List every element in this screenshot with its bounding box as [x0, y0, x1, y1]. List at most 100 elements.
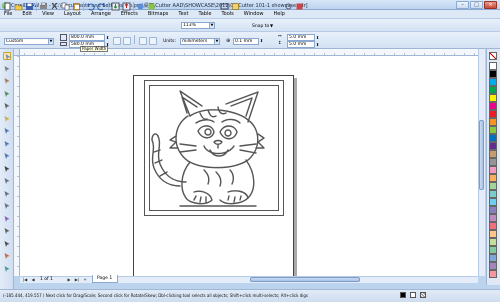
- color-swatch[interactable]: [489, 158, 497, 166]
- color-swatch[interactable]: [489, 70, 497, 78]
- outline-width-indicator[interactable]: [420, 292, 426, 298]
- zoom-tool-icon[interactable]: [3, 90, 11, 98]
- new-icon[interactable]: [3, 2, 12, 11]
- previous-page-button[interactable]: ◀: [30, 277, 36, 282]
- color-swatch[interactable]: [489, 190, 497, 198]
- color-swatch[interactable]: [489, 78, 497, 86]
- color-swatch[interactable]: [489, 238, 497, 246]
- color-swatch[interactable]: [489, 142, 497, 150]
- add-page-button[interactable]: +: [82, 277, 88, 282]
- menu-help[interactable]: Help: [273, 11, 284, 17]
- redo-icon[interactable]: [97, 2, 106, 11]
- last-page-button[interactable]: ▶|: [74, 277, 80, 282]
- color-swatch[interactable]: [489, 102, 497, 110]
- menu-arrange[interactable]: Arrange: [91, 11, 111, 17]
- menu-table[interactable]: Table: [199, 11, 212, 17]
- page-tab[interactable]: Page 1: [92, 275, 118, 283]
- next-page-button[interactable]: ▶: [66, 277, 72, 282]
- horizontal-scroll-thumb[interactable]: [250, 277, 360, 282]
- color-swatch[interactable]: [489, 222, 497, 230]
- close-button[interactable]: ×: [484, 1, 497, 9]
- nudge-offset-field[interactable]: 0.1 mm: [233, 38, 259, 45]
- menu-effects[interactable]: Effects: [121, 11, 138, 17]
- color-swatch[interactable]: [489, 198, 497, 206]
- color-swatch[interactable]: [489, 134, 497, 142]
- blend-tool-icon[interactable]: [3, 215, 11, 223]
- spin-arrows-icon[interactable]: ⬍: [106, 35, 109, 40]
- color-swatch[interactable]: [489, 206, 497, 214]
- paste-icon[interactable]: [72, 2, 81, 11]
- first-page-button[interactable]: |◀: [22, 277, 28, 282]
- landscape-icon[interactable]: [123, 37, 131, 45]
- corel-connect-icon[interactable]: [295, 2, 304, 11]
- rectangle-tool-icon[interactable]: [3, 127, 11, 135]
- text-tool-icon[interactable]: [3, 165, 11, 173]
- current-page-icon[interactable]: [149, 37, 157, 45]
- color-swatch[interactable]: [489, 254, 497, 262]
- color-swatch[interactable]: [489, 150, 497, 158]
- portrait-icon[interactable]: [113, 37, 121, 45]
- color-swatch[interactable]: [489, 126, 497, 134]
- menu-edit[interactable]: Edit: [22, 11, 32, 17]
- fill-color-indicator[interactable]: [400, 292, 406, 298]
- color-swatch[interactable]: [489, 94, 497, 102]
- color-swatch[interactable]: [489, 182, 497, 190]
- crop-tool-icon[interactable]: [3, 77, 11, 85]
- menu-bitmaps[interactable]: Bitmaps: [148, 11, 169, 17]
- no-color-swatch[interactable]: [489, 52, 497, 60]
- color-swatch[interactable]: [489, 230, 497, 238]
- ellipse-tool-icon[interactable]: [3, 140, 11, 148]
- connector-tool-icon[interactable]: [3, 202, 11, 210]
- welcome-icon[interactable]: [147, 2, 156, 11]
- color-swatch[interactable]: [489, 214, 497, 222]
- shape-tool-icon[interactable]: [3, 65, 11, 73]
- ruler-origin[interactable]: [14, 49, 20, 56]
- view-mode-icon[interactable]: [231, 2, 240, 11]
- spin-arrows-icon[interactable]: ⬍: [260, 38, 263, 43]
- copy-icon[interactable]: [61, 2, 70, 11]
- table-tool-icon[interactable]: [3, 177, 11, 185]
- units-dropdown[interactable]: millimeters ▼: [180, 38, 220, 45]
- zoom-level-dropdown[interactable]: 113% ▼: [181, 22, 215, 29]
- color-swatch[interactable]: [489, 270, 497, 278]
- duplicate-distance-x-field[interactable]: 5.0 mm: [287, 34, 315, 41]
- menu-file[interactable]: File: [4, 11, 12, 17]
- all-pages-icon[interactable]: [139, 37, 147, 45]
- pick-tool-icon[interactable]: [3, 52, 11, 60]
- cut-icon[interactable]: [50, 2, 59, 11]
- outline-color-indicator[interactable]: [410, 292, 416, 298]
- save-icon[interactable]: [25, 2, 34, 11]
- fill-tool-icon[interactable]: [3, 252, 11, 260]
- color-swatch[interactable]: [489, 174, 497, 182]
- maximize-button[interactable]: □: [470, 1, 483, 9]
- import-icon[interactable]: [111, 2, 120, 11]
- interactive-fill-icon[interactable]: [3, 265, 11, 273]
- duplicate-distance-y-field[interactable]: 5.0 mm: [287, 41, 315, 48]
- color-swatch[interactable]: [489, 62, 497, 70]
- color-swatch[interactable]: [489, 110, 497, 118]
- smart-fill-icon[interactable]: [3, 115, 11, 123]
- export-icon[interactable]: [122, 2, 131, 11]
- color-swatch[interactable]: [489, 86, 497, 94]
- menu-window[interactable]: Window: [244, 11, 264, 17]
- paper-width-field[interactable]: 800.0 mm: [69, 34, 105, 41]
- open-icon[interactable]: [14, 2, 23, 11]
- undo-icon[interactable]: [86, 2, 95, 11]
- vertical-scroll-thumb[interactable]: [479, 120, 484, 190]
- full-screen-preview-icon[interactable]: [220, 2, 229, 11]
- kitten-drawing[interactable]: [150, 86, 278, 210]
- app-launcher-icon[interactable]: [136, 2, 145, 11]
- freehand-tool-icon[interactable]: [3, 102, 11, 110]
- menu-layout[interactable]: Layout: [64, 11, 81, 17]
- color-swatch[interactable]: [489, 246, 497, 254]
- minimize-button[interactable]: –: [456, 1, 469, 9]
- chevron-down-icon[interactable]: ▼: [270, 23, 273, 28]
- color-swatch[interactable]: [489, 118, 497, 126]
- dimension-tool-icon[interactable]: [3, 190, 11, 198]
- paper-preset-dropdown[interactable]: Custom ▼: [4, 38, 54, 45]
- options-icon[interactable]: [284, 2, 293, 11]
- eyedropper-icon[interactable]: [3, 227, 11, 235]
- polygon-tool-icon[interactable]: [3, 152, 11, 160]
- snap-to-label[interactable]: Snap to: [252, 24, 269, 29]
- color-swatch[interactable]: [489, 166, 497, 174]
